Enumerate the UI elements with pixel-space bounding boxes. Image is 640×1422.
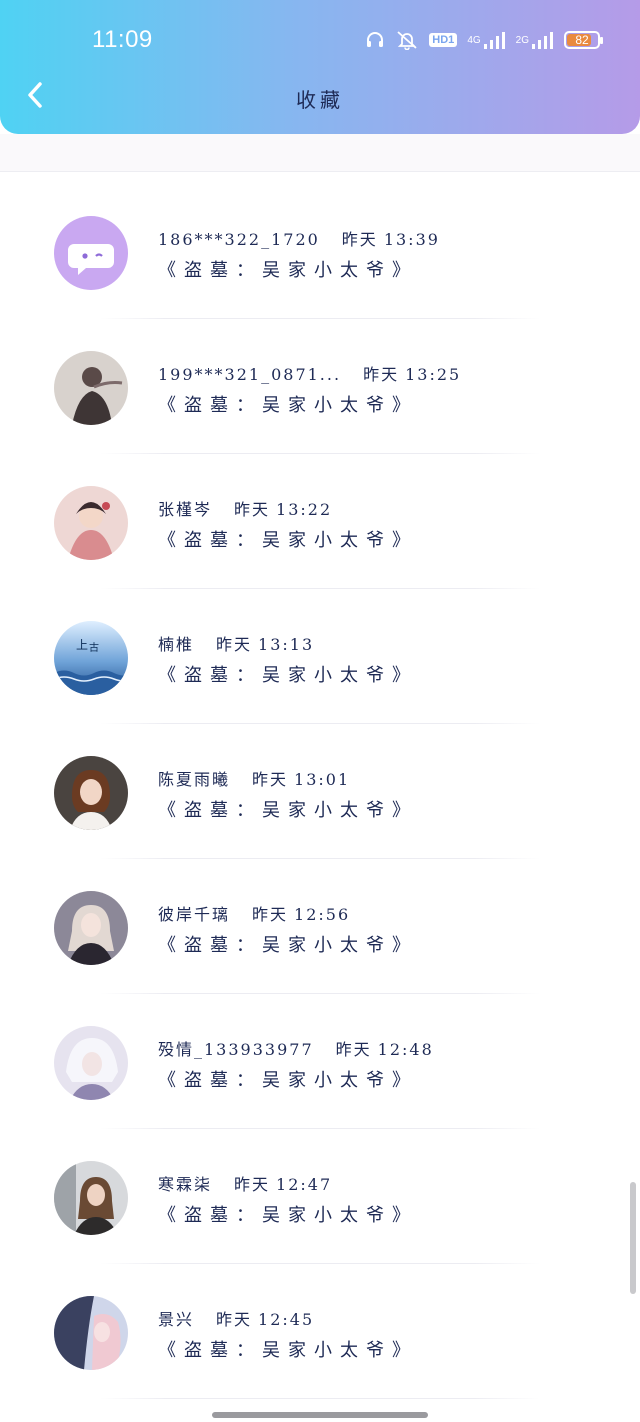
favorite-time: 13:01 xyxy=(294,770,351,789)
list-item[interactable]: 199***321_0871... 昨天 13:25 《盗墓：吴家小太爷》 xyxy=(0,319,640,454)
favorite-book-title[interactable]: 《盗墓：吴家小太爷》 xyxy=(158,661,418,687)
home-indicator[interactable] xyxy=(212,1412,428,1418)
avatar[interactable] xyxy=(54,351,128,425)
username: 楠椎 xyxy=(158,635,195,654)
status-icons: HD1 4G 2G 82 xyxy=(365,28,603,52)
favorite-day: 昨天 xyxy=(234,500,271,519)
list-item[interactable]: 景兴 昨天 12:45 《盗墓：吴家小太爷》 xyxy=(0,1264,640,1399)
username: 张槿岑 xyxy=(158,500,213,519)
username: 景兴 xyxy=(158,1310,195,1329)
favorite-meta: 张槿岑 昨天 13:22 xyxy=(158,496,332,520)
favorite-time: 12:56 xyxy=(294,905,351,924)
favorite-book-title[interactable]: 《盗墓：吴家小太爷》 xyxy=(158,256,418,282)
list-item[interactable]: 186***322_1720 昨天 13:39 《盗墓：吴家小太爷》 xyxy=(0,184,640,319)
favorite-meta: 186***322_1720 昨天 13:39 xyxy=(158,226,440,250)
avatar[interactable] xyxy=(54,756,128,830)
avatar[interactable] xyxy=(54,1161,128,1235)
avatar[interactable] xyxy=(54,486,128,560)
favorite-time: 13:25 xyxy=(405,365,462,384)
svg-text:古: 古 xyxy=(89,641,99,654)
username: 殁情_133933977 xyxy=(158,1040,314,1059)
favorites-list: 186***322_1720 昨天 13:39 《盗墓：吴家小太爷》 199***321… xyxy=(0,184,640,1399)
username: 陈夏雨曦 xyxy=(158,770,231,789)
page-title: 收藏 xyxy=(296,88,344,112)
favorite-book-title[interactable]: 《盗墓：吴家小太爷》 xyxy=(158,1336,418,1362)
username: 彼岸千璃 xyxy=(158,905,231,924)
favorite-meta: 景兴 昨天 12:45 xyxy=(158,1306,314,1330)
favorite-meta: 寒霖柒 昨天 12:47 xyxy=(158,1171,332,1195)
favorite-day: 昨天 xyxy=(216,1310,253,1329)
list-item[interactable]: 彼岸千璃 昨天 12:56 《盗墓：吴家小太爷》 xyxy=(0,859,640,994)
status-time: 11:09 xyxy=(92,26,153,53)
list-item[interactable]: 殁情_133933977 昨天 12:48 《盗墓：吴家小太爷》 xyxy=(0,994,640,1129)
battery-icon: 82 xyxy=(564,31,603,49)
divider xyxy=(0,171,640,172)
favorite-day: 昨天 xyxy=(363,365,400,384)
top-app-bar: 11:09 HD1 4G 2G 82 收藏 xyxy=(0,0,640,134)
favorite-meta: 199***321_0871... 昨天 13:25 xyxy=(158,361,461,385)
favorite-book-title[interactable]: 《盗墓：吴家小太爷》 xyxy=(158,796,418,822)
avatar[interactable] xyxy=(54,1296,128,1370)
list-item[interactable]: 张槿岑 昨天 13:22 《盗墓：吴家小太爷》 xyxy=(0,454,640,589)
username: 186***322_1720 xyxy=(158,230,320,249)
list-item[interactable]: 陈夏雨曦 昨天 13:01 《盗墓：吴家小太爷》 xyxy=(0,724,640,859)
network-2g-label: 2G xyxy=(515,34,529,46)
svg-text:上: 上 xyxy=(76,638,88,652)
favorite-day: 昨天 xyxy=(252,770,289,789)
favorite-book-title[interactable]: 《盗墓：吴家小太爷》 xyxy=(158,1066,418,1092)
favorite-time: 13:13 xyxy=(258,635,315,654)
favorite-time: 12:48 xyxy=(377,1040,434,1059)
signal-2g-icon: 2G xyxy=(516,30,554,50)
signal-4g-icon: 4G xyxy=(467,30,505,50)
favorite-time: 12:47 xyxy=(276,1175,333,1194)
favorite-meta: 彼岸千璃 昨天 12:56 xyxy=(158,901,350,925)
favorite-day: 昨天 xyxy=(335,1040,372,1059)
avatar[interactable]: 上古 xyxy=(54,621,128,695)
list-item[interactable]: 寒霖柒 昨天 12:47 《盗墓：吴家小太爷》 xyxy=(0,1129,640,1264)
favorite-book-title[interactable]: 《盗墓：吴家小太爷》 xyxy=(158,391,418,417)
favorite-book-title[interactable]: 《盗墓：吴家小太爷》 xyxy=(158,526,418,552)
avatar[interactable] xyxy=(54,216,128,290)
hd-badge: HD1 xyxy=(429,33,458,47)
favorite-time: 13:22 xyxy=(276,500,333,519)
favorite-book-title[interactable]: 《盗墓：吴家小太爷》 xyxy=(158,931,418,957)
favorite-meta: 楠椎 昨天 13:13 xyxy=(158,631,314,655)
list-top-spacer xyxy=(0,134,640,172)
favorite-meta: 殁情_133933977 昨天 12:48 xyxy=(158,1036,434,1060)
favorite-time: 13:39 xyxy=(383,230,440,249)
avatar[interactable] xyxy=(54,891,128,965)
favorite-day: 昨天 xyxy=(341,230,378,249)
username: 寒霖柒 xyxy=(158,1175,213,1194)
favorite-day: 昨天 xyxy=(234,1175,271,1194)
username: 199***321_0871... xyxy=(158,365,342,384)
favorite-meta: 陈夏雨曦 昨天 13:01 xyxy=(158,766,350,790)
divider xyxy=(100,1398,540,1399)
avatar[interactable] xyxy=(54,1026,128,1100)
favorite-book-title[interactable]: 《盗墓：吴家小太爷》 xyxy=(158,1201,418,1227)
headphones-icon xyxy=(365,30,385,50)
scrollbar[interactable] xyxy=(630,1182,636,1294)
battery-level: 82 xyxy=(575,33,589,47)
mute-bell-icon xyxy=(395,30,419,50)
favorite-day: 昨天 xyxy=(252,905,289,924)
network-4g-label: 4G xyxy=(467,34,481,46)
list-item[interactable]: 上古 楠椎 昨天 13:13 《盗墓：吴家小太爷》 xyxy=(0,589,640,724)
favorite-time: 12:45 xyxy=(258,1310,315,1329)
favorite-day: 昨天 xyxy=(216,635,253,654)
